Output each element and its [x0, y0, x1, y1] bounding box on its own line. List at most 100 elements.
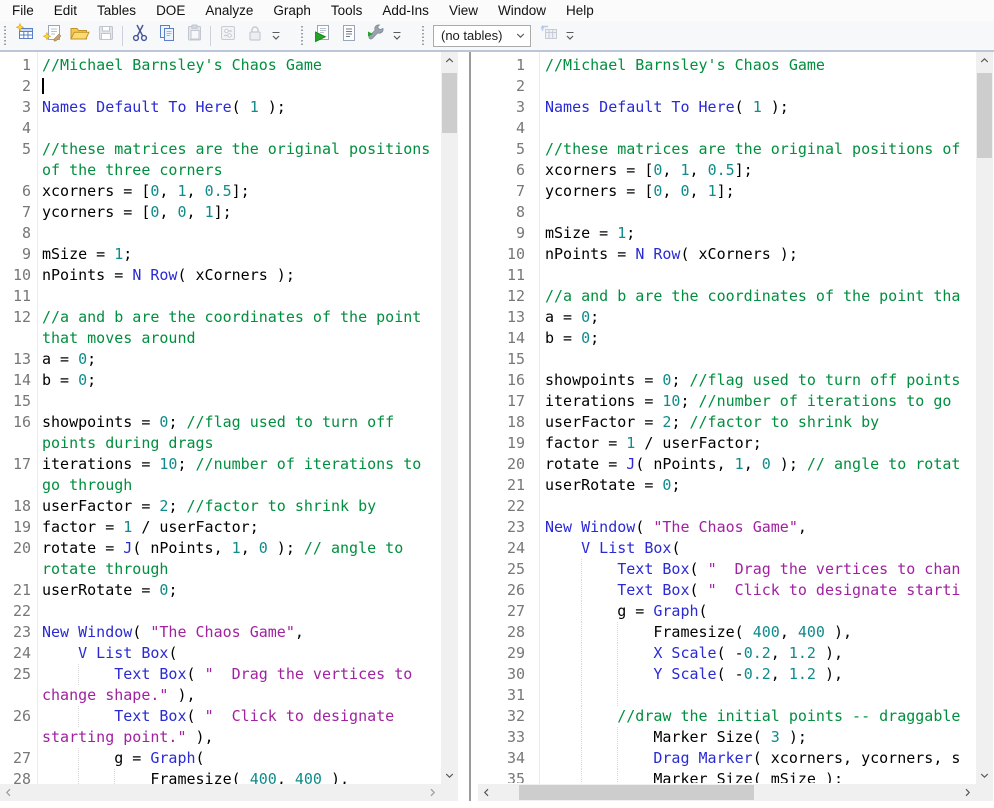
- menu-item-tables[interactable]: Tables: [87, 1, 146, 20]
- code-line[interactable]: rotate through: [0, 559, 441, 580]
- code-line[interactable]: 17iterations = 10; //number of iteration…: [478, 391, 976, 412]
- copy-button[interactable]: [153, 24, 180, 48]
- scroll-down-icon[interactable]: [441, 767, 458, 784]
- code-line[interactable]: of the three corners: [0, 160, 441, 181]
- code-line[interactable]: 17iterations = 10; //number of iteration…: [0, 454, 441, 475]
- code-line[interactable]: 11: [478, 265, 976, 286]
- menu-item-doe[interactable]: DOE: [146, 1, 195, 20]
- code-line[interactable]: 34 Drag Marker( xcorners, ycorners, s: [478, 748, 976, 769]
- code-line[interactable]: 15: [0, 391, 441, 412]
- scrollbar-thumb[interactable]: [442, 73, 457, 133]
- code-line[interactable]: 25 Text Box( " Drag the vertices to: [0, 664, 441, 685]
- code-line[interactable]: 18userFactor = 2; //factor to shrink by: [0, 496, 441, 517]
- pane-splitter[interactable]: [469, 52, 471, 801]
- code-line[interactable]: 7ycorners = [0, 0, 1];: [0, 202, 441, 223]
- code-line[interactable]: 12//a and b are the coordinates of the p…: [0, 307, 441, 328]
- menu-item-window[interactable]: Window: [488, 1, 556, 20]
- code-line[interactable]: 16showpoints = 0; //flag used to turn of…: [478, 370, 976, 391]
- menu-item-tools[interactable]: Tools: [321, 1, 373, 20]
- code-line[interactable]: 35 Marker Size( mSize );: [478, 769, 976, 783]
- code-line[interactable]: 21userRotate = 0;: [0, 580, 441, 601]
- code-line[interactable]: 23New Window( "The Chaos Game",: [478, 517, 976, 538]
- code-line[interactable]: 29 X Scale( -0.2, 1.2 ),: [478, 643, 976, 664]
- code-line[interactable]: 8: [0, 223, 441, 244]
- code-line[interactable]: 16showpoints = 0; //flag used to turn of…: [0, 412, 441, 433]
- code-line[interactable]: 7ycorners = [0, 0, 1];: [478, 181, 976, 202]
- code-line[interactable]: 28 Framesize( 400, 400 ),: [0, 769, 441, 784]
- code-line[interactable]: 24 V List Box(: [478, 538, 976, 559]
- menu-item-add-ins[interactable]: Add-Ins: [372, 1, 439, 20]
- code-line[interactable]: 13a = 0;: [478, 307, 976, 328]
- code-line[interactable]: 27 g = Graph(: [478, 601, 976, 622]
- code-line[interactable]: 22: [478, 496, 976, 517]
- code-line[interactable]: 8: [478, 202, 976, 223]
- left-vertical-scrollbar[interactable]: [441, 52, 458, 784]
- code-line[interactable]: 1//Michael Barnsley's Chaos Game: [478, 55, 976, 76]
- left-editor-pane[interactable]: 1//Michael Barnsley's Chaos Game23Names …: [0, 52, 441, 784]
- new-data-table-button[interactable]: [11, 24, 38, 48]
- code-line[interactable]: 1//Michael Barnsley's Chaos Game: [0, 55, 441, 76]
- menu-item-edit[interactable]: Edit: [44, 1, 87, 20]
- code-line[interactable]: 9mSize = 1;: [0, 244, 441, 265]
- code-line[interactable]: 14b = 0;: [478, 328, 976, 349]
- right-horizontal-scrollbar[interactable]: [478, 784, 976, 801]
- code-line[interactable]: 6xcorners = [0, 1, 0.5];: [478, 160, 976, 181]
- code-line[interactable]: 5//these matrices are the original posit…: [0, 139, 441, 160]
- toolbar-overflow-button[interactable]: [563, 24, 577, 48]
- code-line[interactable]: 23New Window( "The Chaos Game",: [0, 622, 441, 643]
- code-line[interactable]: 19factor = 1 / userFactor;: [0, 517, 441, 538]
- code-line[interactable]: 27 g = Graph(: [0, 748, 441, 769]
- scrollbar-thumb[interactable]: [519, 785, 754, 800]
- toolbar-grip[interactable]: [3, 26, 7, 46]
- code-line[interactable]: 26 Text Box( " Click to designate starti: [478, 580, 976, 601]
- code-line[interactable]: 25 Text Box( " Drag the vertices to chan: [478, 559, 976, 580]
- menu-item-view[interactable]: View: [439, 1, 488, 20]
- toolbar-grip[interactable]: [300, 26, 304, 46]
- code-line[interactable]: 4: [0, 118, 441, 139]
- code-line[interactable]: 4: [478, 118, 976, 139]
- cut-button[interactable]: [126, 24, 153, 48]
- code-line[interactable]: 2: [478, 76, 976, 97]
- scroll-up-icon[interactable]: [441, 52, 458, 69]
- code-line[interactable]: 20rotate = J( nPoints, 1, 0 ); // angle …: [478, 454, 976, 475]
- new-script-button[interactable]: [38, 24, 65, 48]
- code-line[interactable]: 13a = 0;: [0, 349, 441, 370]
- open-log-button[interactable]: [335, 24, 362, 48]
- right-vertical-scrollbar[interactable]: [976, 52, 993, 784]
- code-line[interactable]: 26 Text Box( " Click to designate: [0, 706, 441, 727]
- code-line[interactable]: 24 V List Box(: [0, 643, 441, 664]
- code-line[interactable]: 33 Marker Size( 3 );: [478, 727, 976, 748]
- code-line[interactable]: 9mSize = 1;: [478, 223, 976, 244]
- code-line[interactable]: 3Names Default To Here( 1 );: [0, 97, 441, 118]
- menu-item-file[interactable]: File: [2, 1, 44, 20]
- tables-dropdown[interactable]: (no tables): [433, 25, 531, 47]
- code-line[interactable]: 20rotate = J( nPoints, 1, 0 ); // angle …: [0, 538, 441, 559]
- menu-item-analyze[interactable]: Analyze: [195, 1, 263, 20]
- left-horizontal-scrollbar[interactable]: [0, 784, 441, 801]
- code-line[interactable]: points during drags: [0, 433, 441, 454]
- scroll-right-icon[interactable]: [424, 784, 441, 801]
- code-line[interactable]: 30 Y Scale( -0.2, 1.2 ),: [478, 664, 976, 685]
- code-line[interactable]: 5//these matrices are the original posit…: [478, 139, 976, 160]
- scroll-left-icon[interactable]: [0, 784, 17, 801]
- right-editor-pane[interactable]: 1//Michael Barnsley's Chaos Game23Names …: [478, 52, 976, 783]
- code-line[interactable]: 2: [0, 76, 441, 97]
- code-line[interactable]: 6xcorners = [0, 1, 0.5];: [0, 181, 441, 202]
- code-line[interactable]: starting point." ),: [0, 727, 441, 748]
- code-line[interactable]: 12//a and b are the coordinates of the p…: [478, 286, 976, 307]
- scrollbar-thumb[interactable]: [977, 73, 992, 158]
- scroll-right-icon[interactable]: [959, 784, 976, 801]
- open-file-button[interactable]: [65, 24, 92, 48]
- code-line[interactable]: 10nPoints = N Row( xCorners );: [0, 265, 441, 286]
- code-line[interactable]: 18userFactor = 2; //factor to shrink by: [478, 412, 976, 433]
- run-script-button[interactable]: [308, 24, 335, 48]
- code-line[interactable]: 21userRotate = 0;: [478, 475, 976, 496]
- code-line[interactable]: 15: [478, 349, 976, 370]
- toolbar-overflow-button[interactable]: [390, 24, 404, 48]
- code-line[interactable]: 28 Framesize( 400, 400 ),: [478, 622, 976, 643]
- code-line[interactable]: 11: [0, 286, 441, 307]
- code-line[interactable]: go through: [0, 475, 441, 496]
- code-line[interactable]: 31: [478, 685, 976, 706]
- code-line[interactable]: 10nPoints = N Row( xCorners );: [478, 244, 976, 265]
- toolbar-overflow-button[interactable]: [269, 24, 283, 48]
